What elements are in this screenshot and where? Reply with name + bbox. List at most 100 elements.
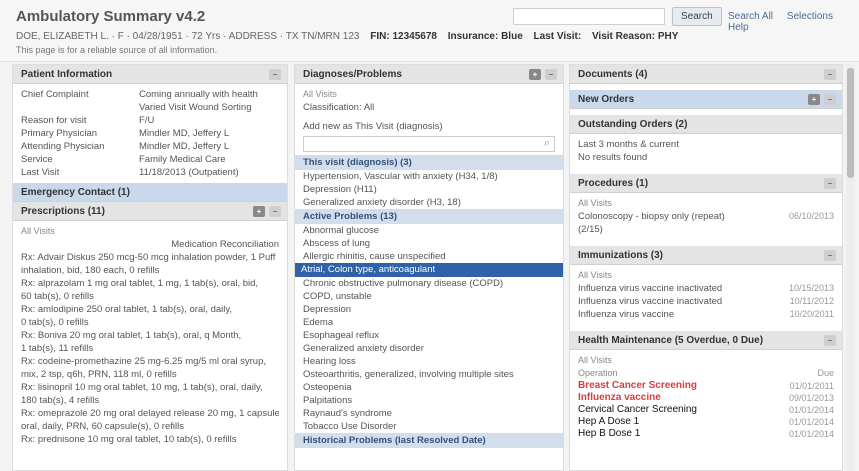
hm-item[interactable]: Hep B Dose 1 01/01/2014 [578, 428, 834, 440]
info-row: Reason for visit F/U [21, 115, 155, 126]
all-visits-label: All Visits [578, 355, 612, 365]
diagnosis-item[interactable]: Hypertension, Vascular with anxiety (H34… [303, 170, 555, 183]
problem-item[interactable]: Generalized anxiety disorder [303, 342, 555, 355]
problem-item[interactable]: Edema [303, 316, 555, 329]
outstanding-orders-header[interactable]: Outstanding Orders (2) [570, 115, 842, 134]
problem-item[interactable]: Abscess of lung [303, 237, 555, 250]
prescription-item[interactable]: Rx: lisinopril 10 mg oral tablet, 10 mg,… [21, 381, 279, 394]
page-scrollbar[interactable] [846, 64, 855, 471]
procedure-item-detail: (2/15) [578, 224, 603, 235]
collapse-icon[interactable]: – [269, 69, 281, 80]
collapse-icon[interactable]: – [545, 69, 557, 80]
historical-problems-header[interactable]: Historical Problems (last Resolved Date) [295, 433, 563, 448]
prescription-item[interactable]: Rx: Advair Diskus 250 mcg-50 mcg inhalat… [21, 251, 279, 264]
problem-item[interactable]: Raynaud's syndrome [303, 407, 555, 420]
hm-col-due: Due [817, 368, 834, 378]
this-visit-header[interactable]: This visit (diagnosis) (3) [295, 155, 563, 170]
procedures-header[interactable]: Procedures (1) – [570, 174, 842, 193]
health-maintenance-body: All Visits Operation Due Breast Cancer S… [570, 350, 842, 444]
collapse-icon[interactable]: – [824, 178, 836, 189]
immunizations-body: All Visits Influenza virus vaccine inact… [570, 265, 842, 325]
new-orders-header[interactable]: New Orders + – [570, 90, 842, 109]
diagnosis-item[interactable]: Depression (H11) [303, 183, 555, 196]
classification-filter[interactable]: Classification: All [303, 101, 555, 114]
problem-item[interactable]: Osteopenia [303, 381, 555, 394]
scrollbar-thumb[interactable] [847, 68, 854, 178]
diagnoses-title: Diagnoses/Problems [303, 69, 402, 80]
add-icon[interactable]: + [253, 206, 265, 217]
info-row: Last Visit 11/18/2013 (Outpatient) [21, 167, 239, 178]
diagnosis-search-input[interactable] [303, 136, 555, 152]
immunizations-title: Immunizations (3) [578, 250, 664, 261]
problem-item[interactable]: Abnormal glucose [303, 224, 555, 237]
selections-link[interactable]: Selections [787, 11, 833, 22]
prescriptions-header[interactable]: Prescriptions (11) + – [13, 202, 287, 221]
left-column: Patient Information – Chief Complaint Com… [12, 64, 288, 471]
immunization-item[interactable]: Influenza virus vaccine inactivated 10/1… [578, 282, 834, 295]
immunization-item[interactable]: Influenza virus vaccine inactivated 10/1… [578, 295, 834, 308]
health-maintenance-header[interactable]: Health Maintenance (5 Overdue, 0 Due) – [570, 331, 842, 350]
emergency-contact-header[interactable]: Emergency Contact (1) [13, 183, 287, 202]
prescription-item[interactable]: Rx: prednisone 10 mg oral tablet, 10 tab… [21, 433, 279, 446]
hm-item[interactable]: Hep A Dose 1 01/01/2014 [578, 416, 834, 428]
patient-demographics: DOE, ELIZABETH L. · F · 04/28/1951 · 72 … [16, 31, 360, 42]
collapse-icon[interactable]: – [824, 94, 836, 105]
immunizations-header[interactable]: Immunizations (3) – [570, 246, 842, 265]
hm-column-headers: Operation Due [578, 367, 834, 380]
problem-item[interactable]: Depression [303, 303, 555, 316]
procedure-item[interactable]: Colonoscopy - biopsy only (repeat) 06/10… [578, 210, 834, 223]
add-icon[interactable]: + [808, 94, 820, 105]
prescription-item-detail: inhalation, bid, 180 each, 0 refills [21, 265, 160, 276]
problem-item-selected[interactable]: Atrial, Colon type, anticoagulant [295, 263, 563, 277]
help-link[interactable]: Help [728, 22, 749, 33]
problem-item[interactable]: Palpitations [303, 394, 555, 407]
problem-item[interactable]: Tobacco Use Disorder [303, 420, 555, 433]
hm-item-overdue[interactable]: Breast Cancer Screening 01/01/2011 [578, 380, 834, 392]
procedures-body: All Visits Colonoscopy - biopsy only (re… [570, 193, 842, 240]
prescription-item[interactable]: Rx: omeprazole 20 mg oral delayed releas… [21, 407, 279, 420]
hm-item[interactable]: Cervical Cancer Screening 01/01/2014 [578, 404, 834, 416]
top-links: Search All Selections Help [728, 11, 859, 33]
med-reconciliation-link[interactable]: Medication Reconciliation [21, 238, 279, 251]
patient-info-header[interactable]: Patient Information – [13, 65, 287, 84]
patient-banner: DOE, ELIZABETH L. · F · 04/28/1951 · 72 … [16, 31, 678, 42]
info-row: Chief Complaint Coming annually with heal… [21, 89, 258, 100]
outstanding-empty: No results found [578, 152, 648, 163]
collapse-icon[interactable]: – [824, 250, 836, 261]
prescription-item[interactable]: Rx: alprazolam 1 mg oral tablet, 1 mg, 1… [21, 277, 279, 290]
active-problems-header[interactable]: Active Problems (13) [295, 209, 563, 224]
diagnoses-header[interactable]: Diagnoses/Problems + – [295, 65, 563, 84]
documents-header[interactable]: Documents (4) – [570, 65, 842, 84]
search-input[interactable] [513, 8, 665, 25]
problem-item[interactable]: Osteoarthritis, generalized, involving m… [303, 368, 555, 381]
prescription-item-detail: oral, daily, PRN, 60 capsule(s), 0 refil… [21, 421, 184, 432]
problem-item[interactable]: Hearing loss [303, 355, 555, 368]
prescription-item[interactable]: Rx: amlodipine 250 oral tablet, 1 tab(s)… [21, 303, 279, 316]
collapse-icon[interactable]: – [824, 335, 836, 346]
hm-item-overdue[interactable]: Influenza vaccine 09/01/2013 [578, 392, 834, 404]
diagnosis-item[interactable]: Generalized anxiety disorder (H3, 18) [303, 196, 555, 209]
prescription-item[interactable]: Rx: codeine-promethazine 25 mg-6.25 mg/5… [21, 355, 279, 368]
outstanding-range: Last 3 months & current [578, 139, 679, 150]
search-all-link[interactable]: Search All [728, 11, 773, 22]
prescription-item-detail: 0 tab(s), 0 refills [21, 317, 89, 328]
all-visits-label: All Visits [303, 89, 337, 99]
immunization-item[interactable]: Influenza virus vaccine 10/20/2011 [578, 308, 834, 321]
prescription-item[interactable]: Rx: Boniva 20 mg oral tablet, 1 tab(s), … [21, 329, 279, 342]
new-orders-title: New Orders [578, 94, 635, 105]
problem-item[interactable]: COPD, unstable [303, 290, 555, 303]
problem-item[interactable]: Allergic rhinitis, cause unspecified [303, 250, 555, 263]
all-visits-label: All Visits [578, 270, 612, 280]
health-maintenance-title: Health Maintenance (5 Overdue, 0 Due) [578, 335, 764, 346]
problem-item[interactable]: Esophageal reflux [303, 329, 555, 342]
collapse-icon[interactable]: – [269, 206, 281, 217]
problem-item[interactable]: Chronic obstructive pulmonary disease (C… [303, 277, 555, 290]
patient-last-visit: Last Visit: [533, 31, 582, 42]
search-button[interactable]: Search [672, 7, 722, 26]
prescription-item-detail: mix, 2 tsp, q6h, PRN, 118 ml, 0 refills [21, 369, 177, 380]
add-diagnosis-label: Add new as This Visit (diagnosis) [303, 121, 443, 132]
all-visits-label: All Visits [21, 226, 55, 236]
add-icon[interactable]: + [529, 69, 541, 80]
collapse-icon[interactable]: – [824, 69, 836, 80]
prescriptions-title: Prescriptions (11) [21, 206, 105, 217]
